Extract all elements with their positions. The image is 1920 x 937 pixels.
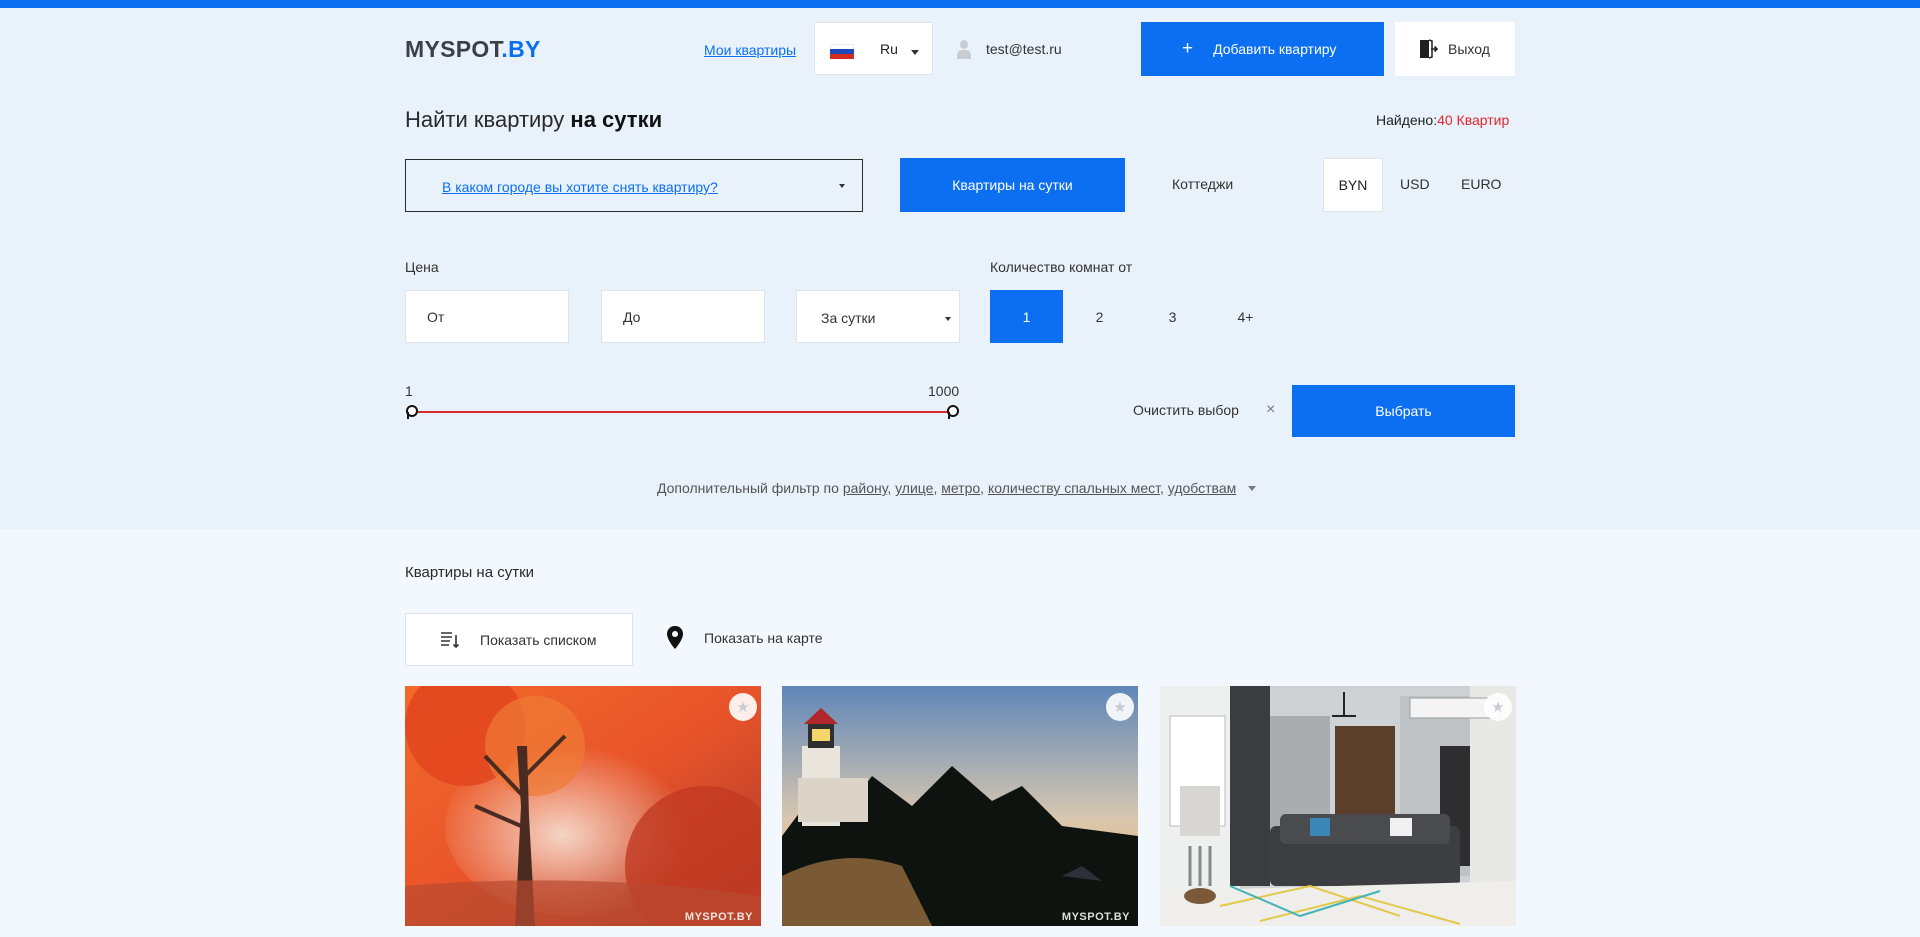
search-hero	[0, 8, 1920, 529]
listing-card[interactable]: ★ MYSPOT.BY	[782, 686, 1138, 926]
price-period-label: За сутки	[821, 310, 876, 326]
rooms-option-4plus[interactable]: 4+	[1209, 290, 1282, 343]
logo-main: MYSPOT	[405, 36, 502, 62]
rooms-option-2[interactable]: 2	[1063, 290, 1136, 343]
star-icon[interactable]: ★	[1484, 693, 1512, 721]
rooms-label: Количество комнат от	[990, 259, 1133, 275]
my-apartments-link[interactable]: Мои квартиры	[704, 42, 796, 58]
user-icon	[956, 40, 972, 59]
photo-watermark: MYSPOT.BY	[1061, 911, 1130, 923]
logo[interactable]: MYSPOT.BY	[405, 36, 541, 63]
page-title: Найти квартиру на сутки	[405, 107, 662, 133]
logout-button[interactable]: Выход	[1395, 22, 1515, 76]
chevron-down-icon	[839, 184, 845, 188]
star-icon[interactable]: ★	[1106, 693, 1134, 721]
city-placeholder: В каком городе вы хотите снять квартиру?	[442, 179, 718, 195]
rooms-option-3[interactable]: 3	[1136, 290, 1209, 343]
currency-usd[interactable]: USD	[1400, 176, 1430, 192]
listing-card[interactable]: ★	[1160, 686, 1516, 926]
price-range-track	[411, 411, 953, 413]
listing-photo	[1160, 686, 1516, 926]
found-label: Найдено:	[1376, 112, 1438, 128]
price-from-input[interactable]	[405, 290, 569, 343]
show-map-label: Показать на карте	[704, 630, 823, 646]
title-bold: на сутки	[570, 107, 663, 132]
language-select[interactable]: Ru	[814, 22, 933, 75]
chevron-down-icon[interactable]	[1248, 486, 1257, 491]
logout-icon	[1418, 39, 1439, 59]
price-period-select[interactable]: За сутки	[796, 290, 960, 343]
list-sort-icon	[440, 631, 460, 649]
tab-cottages[interactable]: Коттеджи	[1172, 176, 1233, 192]
language-label: Ru	[880, 41, 898, 57]
rooms-option-1[interactable]: 1	[990, 290, 1063, 343]
show-map-button[interactable]: Показать на карте	[666, 626, 823, 650]
top-accent-bar	[0, 0, 1920, 8]
filter-street-link[interactable]: улице	[895, 480, 933, 496]
filter-amenities-link[interactable]: удобствам	[1168, 480, 1236, 496]
found-count: 40 Квартир	[1437, 112, 1510, 128]
listing-title: Квартиры на сутки	[405, 564, 535, 581]
flag-ru-icon	[830, 44, 854, 59]
extra-filter: Дополнительный фильтр по району, улице, …	[657, 480, 1257, 496]
chevron-down-icon	[945, 317, 951, 321]
user-email: test@test.ru	[986, 41, 1062, 57]
price-to-input[interactable]	[601, 290, 765, 343]
chevron-down-icon	[911, 50, 919, 55]
range-min-handle[interactable]	[405, 404, 419, 420]
range-max-value: 1000	[928, 383, 960, 399]
range-max-handle[interactable]	[946, 404, 960, 420]
city-select[interactable]: В каком городе вы хотите снять квартиру?	[405, 159, 863, 212]
photo-watermark: MYSPOT.BY	[684, 911, 753, 923]
map-pin-icon	[666, 626, 684, 650]
show-list-label: Показать списком	[480, 631, 597, 648]
extra-filter-prefix: Дополнительный фильтр по	[657, 480, 843, 496]
logout-label: Выход	[1448, 41, 1490, 57]
tab-apartments[interactable]: Квартиры на сутки	[900, 158, 1125, 212]
filter-metro-link[interactable]: метро	[941, 480, 980, 496]
star-icon[interactable]: ★	[729, 693, 757, 721]
logo-tld: .BY	[501, 36, 541, 62]
add-apartment-label: Добавить квартиру	[1213, 41, 1337, 57]
listing-card[interactable]: ★ MYSPOT.BY	[405, 686, 761, 926]
filter-beds-link[interactable]: количеству спальных мест	[988, 480, 1160, 496]
currency-byn[interactable]: BYN	[1323, 158, 1383, 212]
show-list-button[interactable]: Показать списком	[405, 613, 633, 666]
clear-selection-link[interactable]: Очистить выбор	[1133, 402, 1239, 418]
listing-photo	[405, 686, 761, 926]
close-icon[interactable]: ×	[1266, 401, 1275, 419]
filter-district-link[interactable]: району	[843, 480, 888, 496]
price-label: Цена	[405, 259, 439, 275]
add-apartment-button[interactable]: + Добавить квартиру	[1141, 22, 1384, 76]
listing-photo	[782, 686, 1138, 926]
submit-search-button[interactable]: Выбрать	[1292, 385, 1515, 437]
range-min-value: 1	[405, 383, 413, 399]
currency-euro[interactable]: EURO	[1461, 176, 1501, 192]
plus-icon: +	[1182, 38, 1194, 59]
title-regular: Найти квартиру	[405, 107, 571, 132]
found-counter: Найдено:40 Квартир	[1376, 112, 1509, 128]
